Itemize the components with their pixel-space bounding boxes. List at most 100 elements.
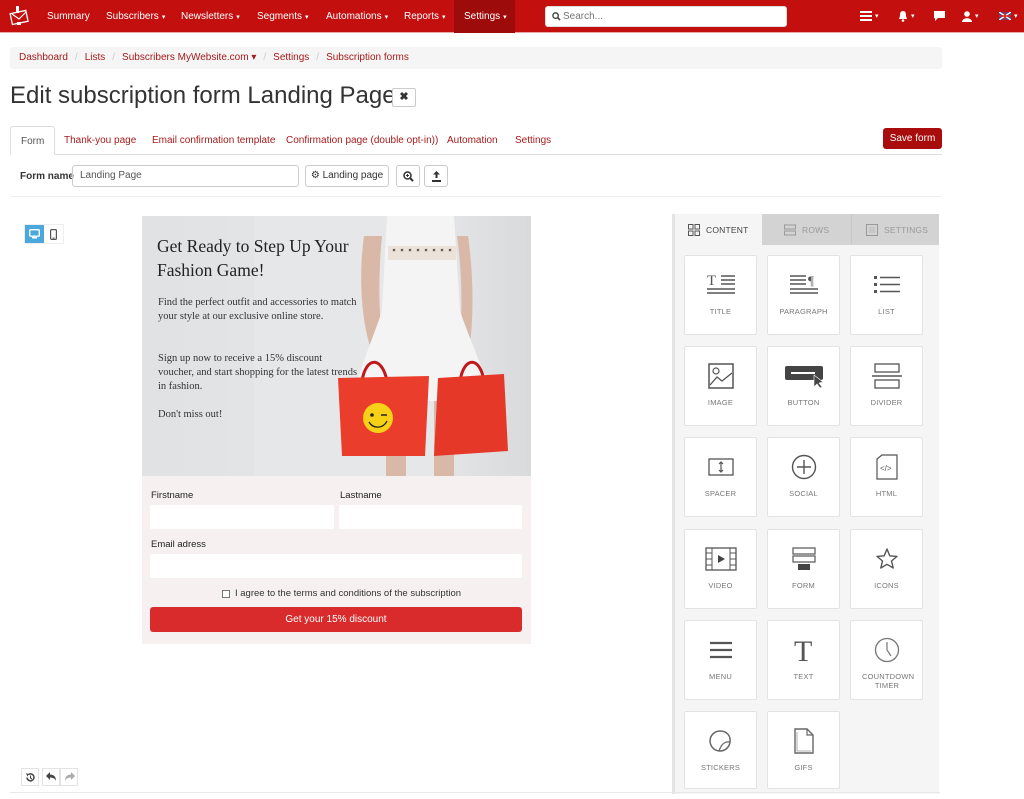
block-divider-label: DIVIDER [870, 398, 903, 407]
block-button-label: BUTTON [787, 398, 820, 407]
tab-email-confirmation-template[interactable]: Email confirmation template [142, 126, 285, 155]
search-box[interactable] [545, 6, 787, 27]
rows-icon [784, 224, 796, 235]
panel-tab-rows[interactable]: ROWS [762, 214, 851, 245]
user-icon [962, 10, 972, 22]
title-icon: T [706, 273, 735, 294]
tab-settings[interactable]: Settings [505, 126, 561, 155]
block-button[interactable]: BUTTON [767, 346, 840, 426]
email-input[interactable] [150, 554, 522, 578]
block-stickers-label: STICKERS [700, 763, 741, 772]
template-button[interactable]: ⚙ Landing page [305, 165, 389, 187]
terms-checkbox[interactable] [222, 589, 230, 598]
block-stickers[interactable]: STICKERS [684, 711, 757, 789]
block-social[interactable]: SOCIAL [767, 437, 840, 517]
breadcrumb-subscribers[interactable]: Subscribers MyWebsite.com ▾ [122, 52, 256, 63]
firstname-label: Firstname [151, 490, 194, 501]
breadcrumb-dashboard[interactable]: Dashboard [19, 52, 68, 63]
hero-block[interactable]: Get Ready to Step Up Your Fashion Game! … [142, 216, 531, 476]
block-video[interactable]: VIDEO [684, 529, 757, 609]
nav-subscribers[interactable]: Subscribers ▾ [96, 0, 175, 33]
panel-tab-content[interactable]: CONTENT [675, 214, 762, 245]
breadcrumb-separator: / [74, 52, 78, 63]
block-menu[interactable]: MENU [684, 620, 757, 700]
block-gifs[interactable]: GIFS [767, 711, 840, 789]
redo-button[interactable] [60, 768, 78, 786]
form-name-input[interactable]: Landing Page [72, 165, 299, 187]
panel-tab-rows-label: ROWS [802, 224, 830, 235]
export-button[interactable] [424, 165, 448, 187]
lastname-input[interactable] [339, 505, 522, 529]
nav-summary-label: Summary [47, 11, 90, 22]
breadcrumb: Dashboard / Lists / Subscribers MyWebsite.co… [10, 47, 942, 69]
block-list[interactable]: LIST [850, 255, 923, 335]
block-html[interactable]: </> HTML [850, 437, 923, 517]
undo-button[interactable] [42, 768, 60, 786]
firstname-input[interactable] [150, 505, 334, 529]
nav-newsletters-label: Newsletters [181, 11, 234, 22]
breadcrumb-subscription-forms[interactable]: Subscription forms [326, 52, 409, 63]
notifications-button[interactable]: ▾ [898, 8, 915, 24]
tab-form[interactable]: Form [10, 126, 56, 155]
block-menu-label: MENU [709, 672, 732, 681]
block-countdown-timer[interactable]: COUNTDOWN TIMER [850, 620, 923, 700]
language-button[interactable]: ▾ [999, 8, 1018, 24]
redo-icon [64, 772, 75, 781]
image-icon [707, 363, 734, 389]
save-form-button[interactable]: Save form [883, 128, 942, 149]
block-title[interactable]: T TITLE [684, 255, 757, 335]
mobile-icon [50, 228, 57, 240]
caret-down-icon: ▾ [975, 13, 979, 20]
hero-headline: Get Ready to Step Up Your Fashion Game! [157, 236, 349, 280]
menu-icon [709, 641, 732, 659]
nav-segments-label: Segments [257, 11, 303, 22]
list-menu-button[interactable]: ▾ [860, 8, 879, 24]
list-bullets-icon [873, 276, 900, 293]
search-input[interactable] [563, 9, 778, 24]
breadcrumb-lists[interactable]: Lists [85, 52, 106, 63]
breadcrumb-settings[interactable]: Settings [273, 52, 309, 63]
tab-thank-you-page[interactable]: Thank-you page [54, 126, 146, 155]
block-paragraph[interactable]: ¶ PARAGRAPH [767, 255, 840, 335]
nav-newsletters[interactable]: Newsletters ▾ [171, 0, 250, 33]
svg-text:T: T [707, 273, 716, 289]
nav-reports[interactable]: Reports ▾ [394, 0, 456, 33]
paragraph-icon: ¶ [789, 273, 818, 294]
block-paragraph-label: PARAGRAPH [779, 307, 828, 316]
block-form[interactable]: FORM [767, 529, 840, 609]
preview-button[interactable] [396, 165, 420, 187]
terms-checkbox-row[interactable]: I agree to the terms and conditions of t… [222, 588, 461, 599]
history-button[interactable] [21, 768, 39, 786]
block-title-label: TITLE [709, 307, 732, 316]
block-divider[interactable]: DIVIDER [850, 346, 923, 426]
block-text-label: TEXT [793, 672, 814, 681]
block-icons[interactable]: ICONS [850, 529, 923, 609]
tab-confirmation-page[interactable]: Confirmation page (double opt-in)) [276, 126, 448, 155]
block-spacer[interactable]: SPACER [684, 437, 757, 517]
form-canvas[interactable]: Get Ready to Step Up Your Fashion Game! … [142, 216, 531, 644]
panel-tab-settings[interactable]: SETTINGS [851, 214, 939, 245]
nav-summary[interactable]: Summary [37, 0, 100, 33]
tab-automation[interactable]: Automation [437, 126, 508, 155]
mobile-view-button[interactable] [44, 225, 63, 243]
logo-icon[interactable] [8, 5, 30, 27]
spacer-icon [707, 458, 734, 476]
close-button[interactable]: ✖ [392, 88, 416, 107]
user-menu-button[interactable]: ▾ [962, 8, 979, 24]
breadcrumb-separator: / [263, 52, 267, 63]
desktop-view-button[interactable] [25, 225, 44, 243]
block-image[interactable]: IMAGE [684, 346, 757, 426]
messages-button[interactable] [934, 8, 945, 24]
svg-text:T: T [794, 636, 812, 664]
caret-down-icon: ▾ [875, 13, 879, 20]
social-plus-icon [791, 454, 816, 480]
submit-discount-button[interactable]: Get your 15% discount [150, 607, 522, 632]
page-title: Edit subscription form Landing Page [10, 82, 396, 109]
svg-text:</>: </> [880, 464, 892, 473]
block-text[interactable]: T TEXT [767, 620, 840, 700]
nav-settings[interactable]: Settings ▾ [454, 0, 515, 33]
nav-segments[interactable]: Segments ▾ [247, 0, 319, 33]
content-panel: CONTENT ROWS SETTINGS T TITLE ¶ PARAGRAP… [675, 214, 939, 794]
nav-automations[interactable]: Automations ▾ [316, 0, 398, 33]
nav-automations-label: Automations [326, 11, 382, 22]
